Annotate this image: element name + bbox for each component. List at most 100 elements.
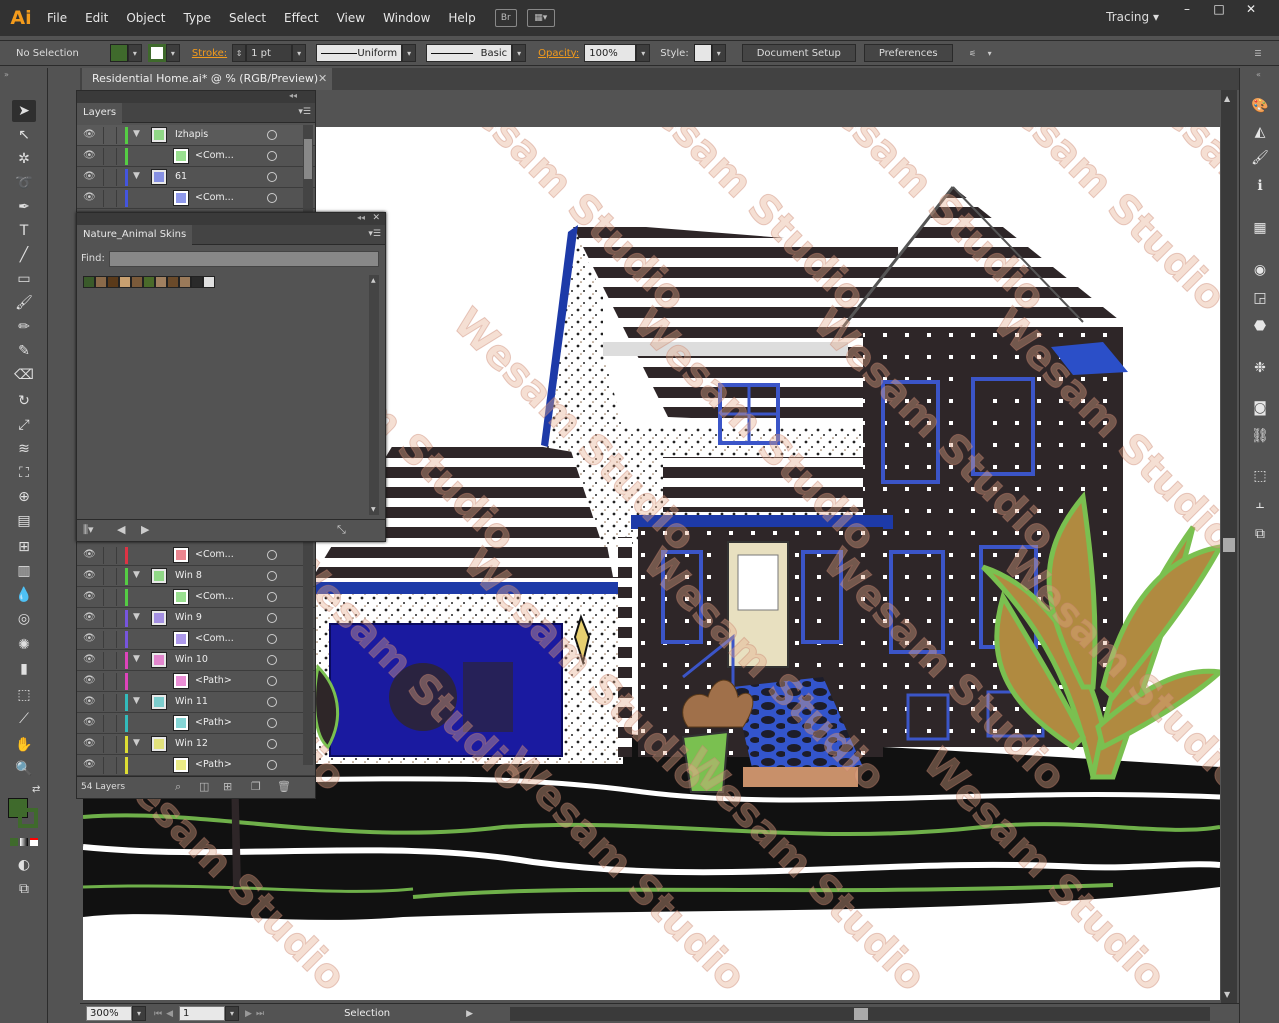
eyedropper-tool-icon[interactable]: 💧 [12, 584, 36, 606]
menu-view[interactable]: View [328, 11, 374, 25]
image-trace-icon[interactable]: ◙ [1250, 398, 1270, 418]
swatch[interactable] [179, 276, 191, 288]
visibility-eye-icon[interactable]: 👁 [83, 549, 96, 561]
pen-tool-icon[interactable]: ✒ [12, 196, 36, 218]
next-page-icon[interactable]: ▶ [245, 1009, 252, 1019]
target-circle-icon[interactable] [267, 676, 277, 686]
pencil-tool-icon[interactable]: ✏ [12, 316, 36, 338]
status-menu-icon[interactable]: ▶ [466, 1009, 473, 1019]
lock-toggle[interactable] [103, 610, 117, 627]
pathfinder-panel-icon[interactable]: ⧉ [1250, 524, 1270, 544]
swatch[interactable] [95, 276, 107, 288]
color-guide-icon[interactable]: ◭ [1250, 122, 1270, 142]
paintbrush-tool-icon[interactable]: 🖌 [12, 292, 36, 314]
layers-menu-icon[interactable]: ▾☰ [298, 107, 311, 117]
color-mode-icon[interactable] [10, 838, 18, 846]
target-circle-icon[interactable] [267, 172, 277, 182]
visibility-eye-icon[interactable]: 👁 [83, 654, 96, 666]
scroll-down-icon[interactable]: ▼ [1224, 990, 1230, 999]
layers-scrollbar-thumb[interactable] [304, 139, 312, 179]
style-dropdown[interactable]: ▾ [711, 44, 726, 62]
hand-tool-icon[interactable]: ✋ [12, 734, 36, 756]
perspective-grid-tool-icon[interactable]: ▤ [12, 510, 36, 532]
symbol-sprayer-tool-icon[interactable]: ✺ [12, 634, 36, 656]
scrollbar-thumb[interactable] [1223, 538, 1235, 552]
stroke-label[interactable]: Stroke: [192, 48, 227, 59]
visibility-eye-icon[interactable]: 👁 [83, 171, 96, 183]
delete-layer-icon[interactable]: 🗑 [277, 780, 291, 793]
lasso-tool-icon[interactable]: ➰ [12, 172, 36, 194]
horizontal-scrollbar-thumb[interactable] [854, 1008, 868, 1020]
opacity-label[interactable]: Opacity: [538, 48, 579, 59]
visibility-eye-icon[interactable]: 👁 [83, 675, 96, 687]
lock-toggle[interactable] [103, 568, 117, 585]
menu-effect[interactable]: Effect [275, 11, 328, 25]
menu-type[interactable]: Type [174, 11, 220, 25]
swatch[interactable] [107, 276, 119, 288]
target-circle-icon[interactable] [267, 697, 277, 707]
brush-dropdown[interactable]: ▾ [512, 44, 527, 62]
control-panel-menu-icon[interactable]: ☰ [1251, 44, 1265, 62]
swap-colors-icon[interactable]: ⇄ [32, 784, 40, 795]
eraser-tool-icon[interactable]: ⌫ [12, 364, 36, 386]
close-tab-icon[interactable]: ✕ [318, 68, 327, 90]
layer-row[interactable]: 👁 <Path> [77, 671, 315, 692]
type-tool-icon[interactable]: T [12, 220, 36, 242]
info-panel-icon[interactable]: ℹ [1250, 176, 1270, 196]
document-setup-button[interactable]: Document Setup [741, 44, 856, 62]
visibility-eye-icon[interactable]: 👁 [83, 717, 96, 729]
slice-tool-icon[interactable]: ⟋ [12, 708, 36, 730]
visibility-eye-icon[interactable]: 👁 [83, 192, 96, 204]
rotate-tool-icon[interactable]: ↻ [12, 390, 36, 412]
swatch[interactable] [191, 276, 203, 288]
target-circle-icon[interactable] [267, 634, 277, 644]
menu-file[interactable]: File [38, 11, 76, 25]
layer-row[interactable]: 👁 ▼ 61 [77, 167, 315, 188]
links-panel-icon[interactable]: ⛓ [1250, 426, 1270, 446]
lock-toggle[interactable] [103, 694, 117, 711]
brush-select[interactable]: Basic [426, 44, 513, 62]
lock-toggle[interactable] [103, 589, 117, 606]
expand-triangle-icon[interactable]: ▼ [133, 654, 140, 664]
page-dropdown[interactable]: ▾ [225, 1006, 240, 1021]
transparency-panel-icon[interactable]: ◲ [1250, 288, 1270, 308]
swatch-library-tab[interactable]: Nature_Animal Skins [77, 225, 193, 245]
layer-row[interactable]: 👁 ▼ Win 10 [77, 650, 315, 671]
opacity-dropdown[interactable]: ▾ [636, 44, 651, 62]
close-window-button[interactable]: ✕ [1236, 2, 1266, 18]
lock-toggle[interactable] [103, 127, 117, 144]
layers-tab[interactable]: Layers [77, 103, 123, 123]
warp-tool-icon[interactable]: ≋ [12, 438, 36, 460]
zoom-tool-icon[interactable]: 🔍 [12, 758, 36, 780]
maximize-button[interactable]: □ [1204, 2, 1234, 18]
artboard-tool-icon[interactable]: ⬚ [12, 684, 36, 706]
scroll-up-icon[interactable]: ▲ [1224, 94, 1230, 103]
swatch-close-icon[interactable]: ✕ [372, 213, 380, 223]
target-circle-icon[interactable] [267, 655, 277, 665]
layer-row[interactable]: 👁 ▼ Win 8 [77, 566, 315, 587]
transform-icon[interactable]: ⚟ [963, 44, 983, 62]
stroke-dropdown[interactable]: ▾ [165, 44, 180, 62]
locate-object-icon[interactable]: ⌕ [175, 780, 181, 794]
shape-builder-tool-icon[interactable]: ⊕ [12, 486, 36, 508]
none-mode-icon[interactable] [30, 838, 38, 846]
target-circle-icon[interactable] [267, 760, 277, 770]
document-tab[interactable]: Residential Home.ai* @ % (RGB/Preview) ✕ [82, 68, 332, 90]
visibility-eye-icon[interactable]: 👁 [83, 129, 96, 141]
expand-triangle-icon[interactable]: ▼ [133, 129, 140, 139]
swatch[interactable] [155, 276, 167, 288]
vertical-scrollbar[interactable]: ▲ ▼ [1221, 90, 1237, 1003]
expand-dock-icon[interactable]: « [1256, 70, 1261, 79]
first-page-icon[interactable]: ⏮ [154, 1009, 162, 1019]
next-library-icon[interactable]: ▶ [141, 523, 149, 536]
new-layer-icon[interactable]: ❐ [251, 780, 261, 793]
layer-row[interactable]: 👁 <Path> [77, 755, 315, 776]
blend-tool-icon[interactable]: ◎ [12, 608, 36, 630]
swatches-panel-icon[interactable]: ▦ [1250, 218, 1270, 238]
visibility-eye-icon[interactable]: 👁 [83, 738, 96, 750]
find-input[interactable] [109, 251, 379, 267]
layer-row[interactable]: 👁 <Com... [77, 587, 315, 608]
page-field[interactable]: 1 [179, 1006, 226, 1021]
layer-row[interactable]: 👁 <Com... [77, 629, 315, 650]
screen-mode-icon[interactable]: ⧉ [12, 878, 36, 900]
